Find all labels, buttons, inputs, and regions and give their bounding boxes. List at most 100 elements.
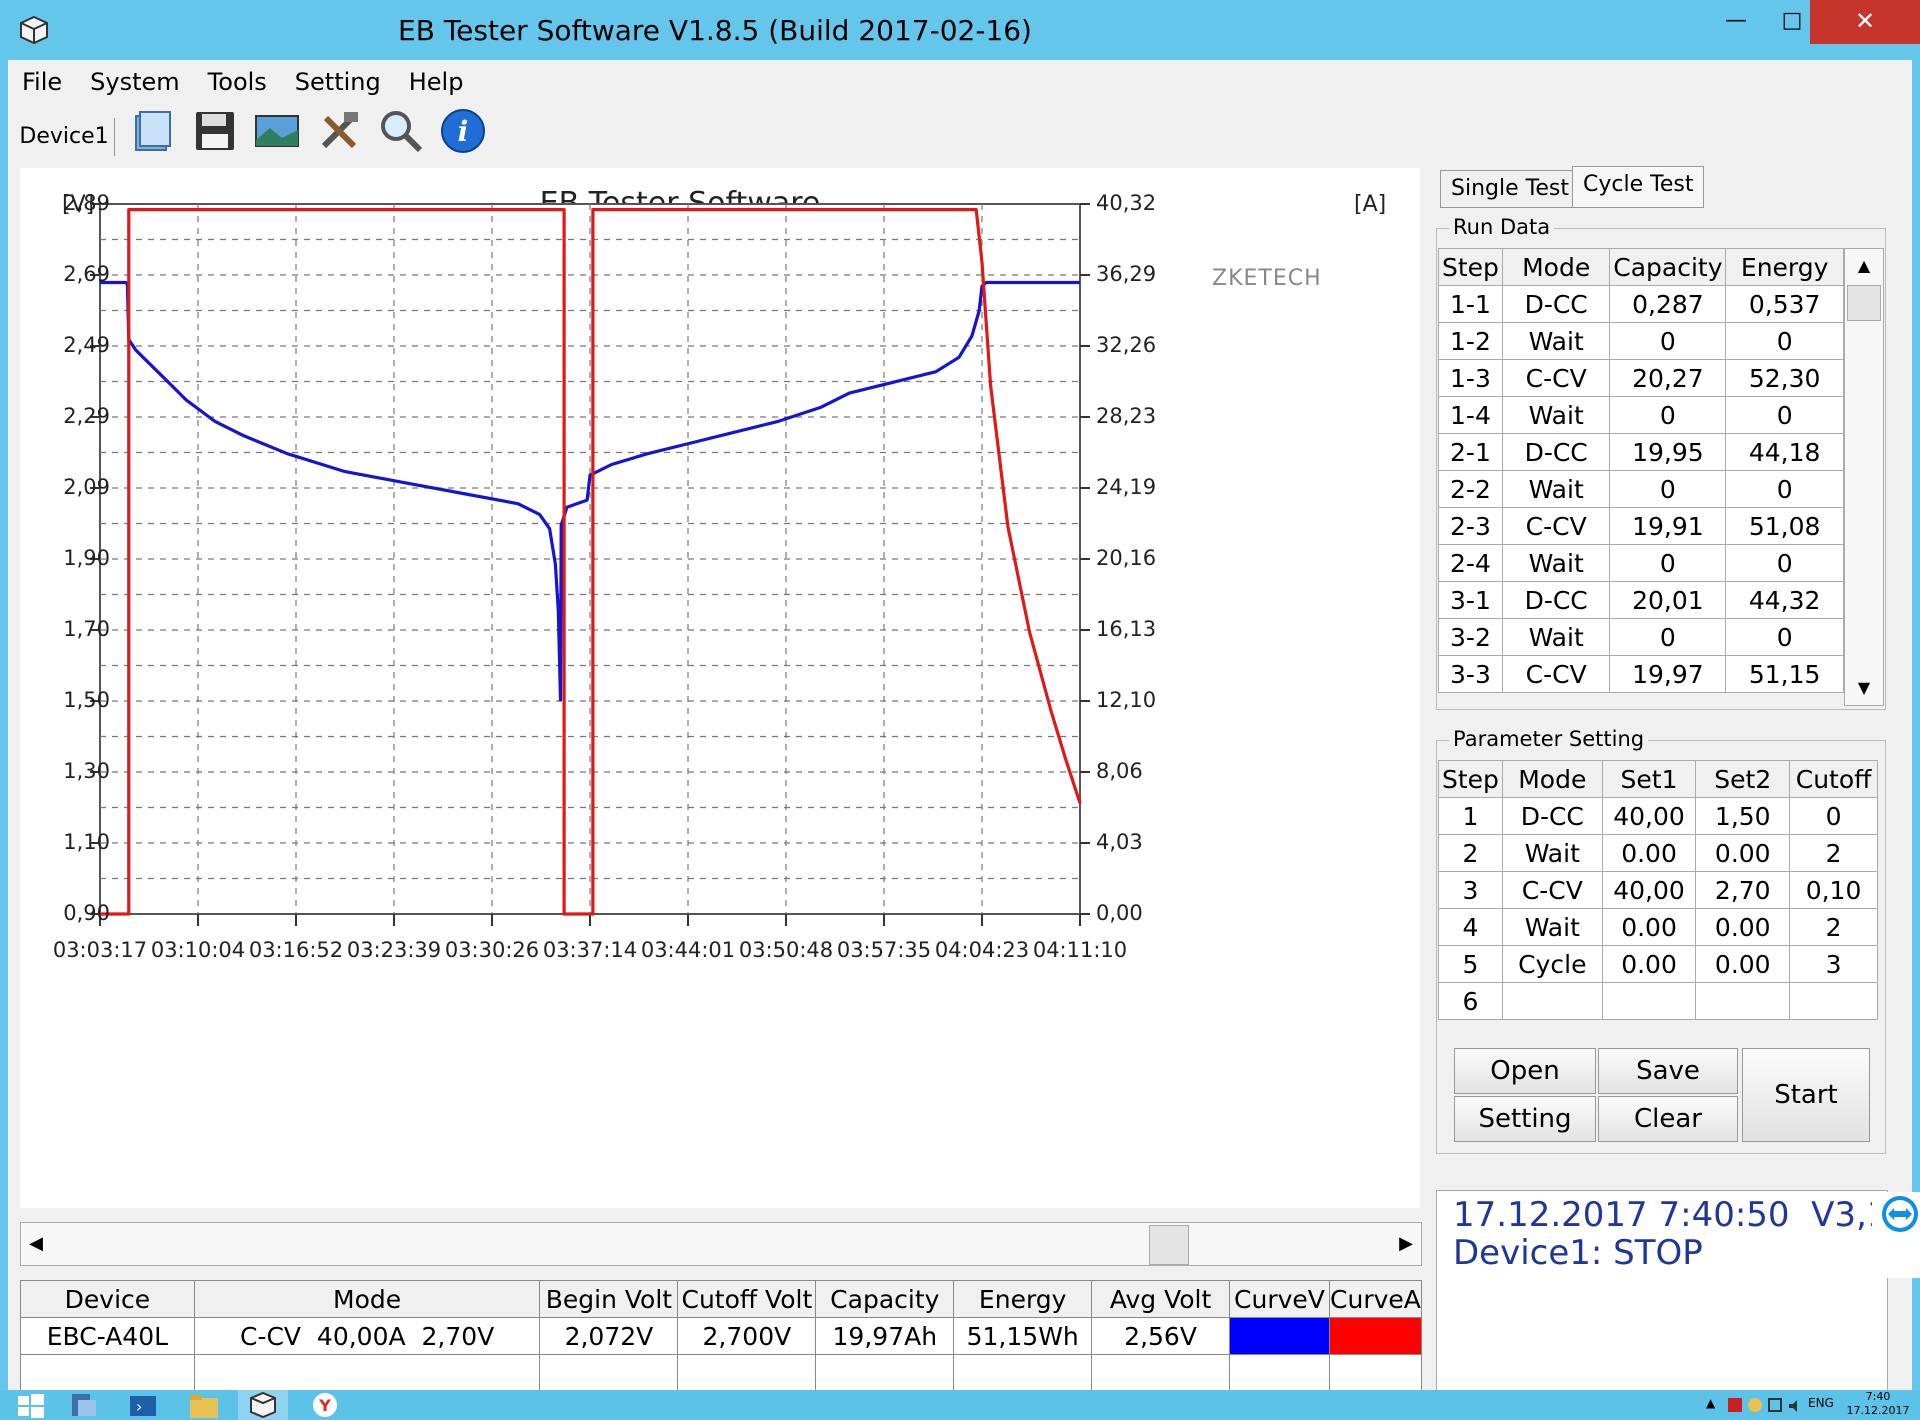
run-data-scroll-thumb[interactable] (1847, 285, 1881, 321)
scroll-thumb[interactable] (1149, 1225, 1189, 1265)
parameter-cell[interactable]: 5 (1438, 945, 1503, 983)
run-data-row[interactable]: 1-4 Wait 0 0 (1438, 396, 1844, 434)
parameter-row[interactable]: 6 (1438, 982, 1878, 1020)
info-icon[interactable]: i (438, 106, 488, 156)
landscape-image-icon[interactable] (252, 106, 302, 156)
tray-clock[interactable]: 7:40 17.12.2017 (1846, 1390, 1910, 1420)
run-data-row[interactable]: 2-2 Wait 0 0 (1438, 470, 1844, 508)
summary-value-row[interactable]: EBC-A40L C-CV 40,00A 2,70V 2,072V 2,700V… (20, 1317, 1423, 1355)
clear-button[interactable]: Clear (1598, 1096, 1738, 1142)
parameter-row[interactable]: 2 Wait 0.00 0.00 2 (1438, 834, 1878, 872)
parameter-cell[interactable]: 0,10 (1789, 871, 1878, 909)
parameter-cell[interactable]: 40,00 (1601, 797, 1697, 835)
menu-tools[interactable]: Tools (194, 62, 281, 102)
tray-language[interactable]: ENG (1808, 1396, 1834, 1410)
open-button[interactable]: Open (1454, 1048, 1596, 1094)
parameter-cell[interactable]: Wait (1501, 834, 1603, 872)
start-button[interactable]: Start (1742, 1048, 1870, 1142)
parameter-cell[interactable]: 0.00 (1601, 945, 1697, 983)
tray-date: 17.12.2017 (1846, 1404, 1910, 1417)
parameter-cell[interactable]: 40,00 (1601, 871, 1697, 909)
scroll-left-arrow-icon[interactable]: ◀ (21, 1223, 51, 1265)
file-explorer-icon[interactable] (178, 1390, 228, 1420)
minimize-button[interactable]: — (1710, 0, 1762, 44)
tray-app-icon[interactable] (1748, 1398, 1762, 1412)
parameter-cell[interactable]: C-CV (1501, 871, 1603, 909)
scroll-right-arrow-icon[interactable]: ▶ (1391, 1223, 1421, 1265)
folder-icon[interactable] (128, 106, 178, 156)
run-data-row[interactable]: 1-2 Wait 0 0 (1438, 322, 1844, 360)
chart-horizontal-scrollbar[interactable]: ◀ ▶ (20, 1222, 1422, 1266)
run-data-cell: 20,27 (1609, 359, 1727, 397)
run-data-row[interactable]: 2-1 D-CC 19,95 44,18 (1438, 433, 1844, 471)
parameter-cell[interactable] (1695, 982, 1791, 1020)
menu-bar: File System Tools Setting Help (8, 62, 477, 102)
parameter-cell[interactable]: 0.00 (1695, 834, 1791, 872)
run-data-row[interactable]: 1-3 C-CV 20,27 52,30 (1438, 359, 1844, 397)
network-icon[interactable] (1768, 1398, 1782, 1412)
parameter-cell[interactable]: 2 (1438, 834, 1503, 872)
parameter-cell[interactable]: 0.00 (1695, 945, 1791, 983)
device-tab[interactable]: Device1 (14, 118, 115, 156)
eb-tester-taskbar-icon[interactable] (238, 1390, 288, 1420)
parameter-cell[interactable]: D-CC (1501, 797, 1603, 835)
parameter-cell[interactable] (1501, 982, 1603, 1020)
parameter-cell[interactable]: Cycle (1501, 945, 1603, 983)
save-button[interactable]: Save (1598, 1048, 1738, 1094)
parameter-cell[interactable] (1789, 982, 1878, 1020)
parameter-cell[interactable] (1601, 982, 1697, 1020)
scroll-down-arrow-icon[interactable]: ▼ (1845, 671, 1883, 705)
parameter-cell[interactable]: 1,50 (1695, 797, 1791, 835)
run-data-row[interactable]: 1-1 D-CC 0,287 0,537 (1438, 285, 1844, 323)
run-data-cell: 51,08 (1725, 507, 1844, 545)
parameter-cell[interactable]: 2,70 (1695, 871, 1791, 909)
floppy-save-icon[interactable] (190, 106, 240, 156)
curve-a-color-swatch[interactable] (1328, 1317, 1423, 1355)
menu-file[interactable]: File (8, 62, 76, 102)
run-data-row[interactable]: 3-3 C-CV 19,97 51,15 (1438, 655, 1844, 693)
run-data-row[interactable]: 3-1 D-CC 20,01 44,32 (1438, 581, 1844, 619)
language-flag-icon[interactable] (1728, 1398, 1742, 1412)
parameter-cell[interactable]: 4 (1438, 908, 1503, 946)
parameter-cell[interactable]: Wait (1501, 908, 1603, 946)
yandex-browser-icon[interactable]: Y (300, 1390, 350, 1420)
volume-icon[interactable] (1788, 1398, 1802, 1412)
setting-button[interactable]: Setting (1454, 1096, 1596, 1142)
menu-system[interactable]: System (76, 62, 194, 102)
menu-setting[interactable]: Setting (281, 62, 395, 102)
parameter-cell[interactable]: 2 (1789, 834, 1878, 872)
server-manager-icon[interactable] (58, 1390, 108, 1420)
parameter-cell[interactable]: 1 (1438, 797, 1503, 835)
parameter-cell[interactable]: 0 (1789, 797, 1878, 835)
parameter-cell[interactable]: 3 (1789, 945, 1878, 983)
parameter-row[interactable]: 5 Cycle 0.00 0.00 3 (1438, 945, 1878, 983)
parameter-cell[interactable]: 3 (1438, 871, 1503, 909)
run-data-row[interactable]: 2-4 Wait 0 0 (1438, 544, 1844, 582)
tools-icon[interactable] (314, 106, 364, 156)
run-data-row[interactable]: 2-3 C-CV 19,91 51,08 (1438, 507, 1844, 545)
run-data-cell: 0 (1725, 544, 1844, 582)
windows-start-icon[interactable] (6, 1390, 56, 1420)
parameter-row[interactable]: 1 D-CC 40,00 1,50 0 (1438, 797, 1878, 835)
parameter-cell[interactable]: 2 (1789, 908, 1878, 946)
parameter-cell[interactable]: 0.00 (1601, 908, 1697, 946)
tab-single-test[interactable]: Single Test (1440, 170, 1580, 208)
close-button[interactable]: ✕ (1810, 0, 1920, 44)
parameter-cell[interactable]: 0.00 (1601, 834, 1697, 872)
tray-expand-icon[interactable]: ▲ (1706, 1396, 1715, 1410)
summary-header: Mode (193, 1280, 541, 1318)
curve-v-color-swatch[interactable] (1229, 1317, 1330, 1355)
run-data-row[interactable]: 3-2 Wait 0 0 (1438, 618, 1844, 656)
menu-help[interactable]: Help (395, 62, 478, 102)
run-data-scrollbar[interactable]: ▲ ▼ (1844, 248, 1884, 706)
parameter-cell[interactable]: 0.00 (1695, 908, 1791, 946)
tab-cycle-test[interactable]: Cycle Test (1572, 166, 1705, 208)
parameter-cell[interactable]: 6 (1438, 982, 1503, 1020)
summary-header: Energy (953, 1280, 1093, 1318)
teamviewer-icon[interactable] (1872, 1192, 1920, 1278)
parameter-row[interactable]: 3 C-CV 40,00 2,70 0,10 (1438, 871, 1878, 909)
powershell-icon[interactable]: › (118, 1390, 168, 1420)
parameter-row[interactable]: 4 Wait 0.00 0.00 2 (1438, 908, 1878, 946)
scroll-up-arrow-icon[interactable]: ▲ (1845, 249, 1883, 283)
magnifier-icon[interactable] (376, 106, 426, 156)
